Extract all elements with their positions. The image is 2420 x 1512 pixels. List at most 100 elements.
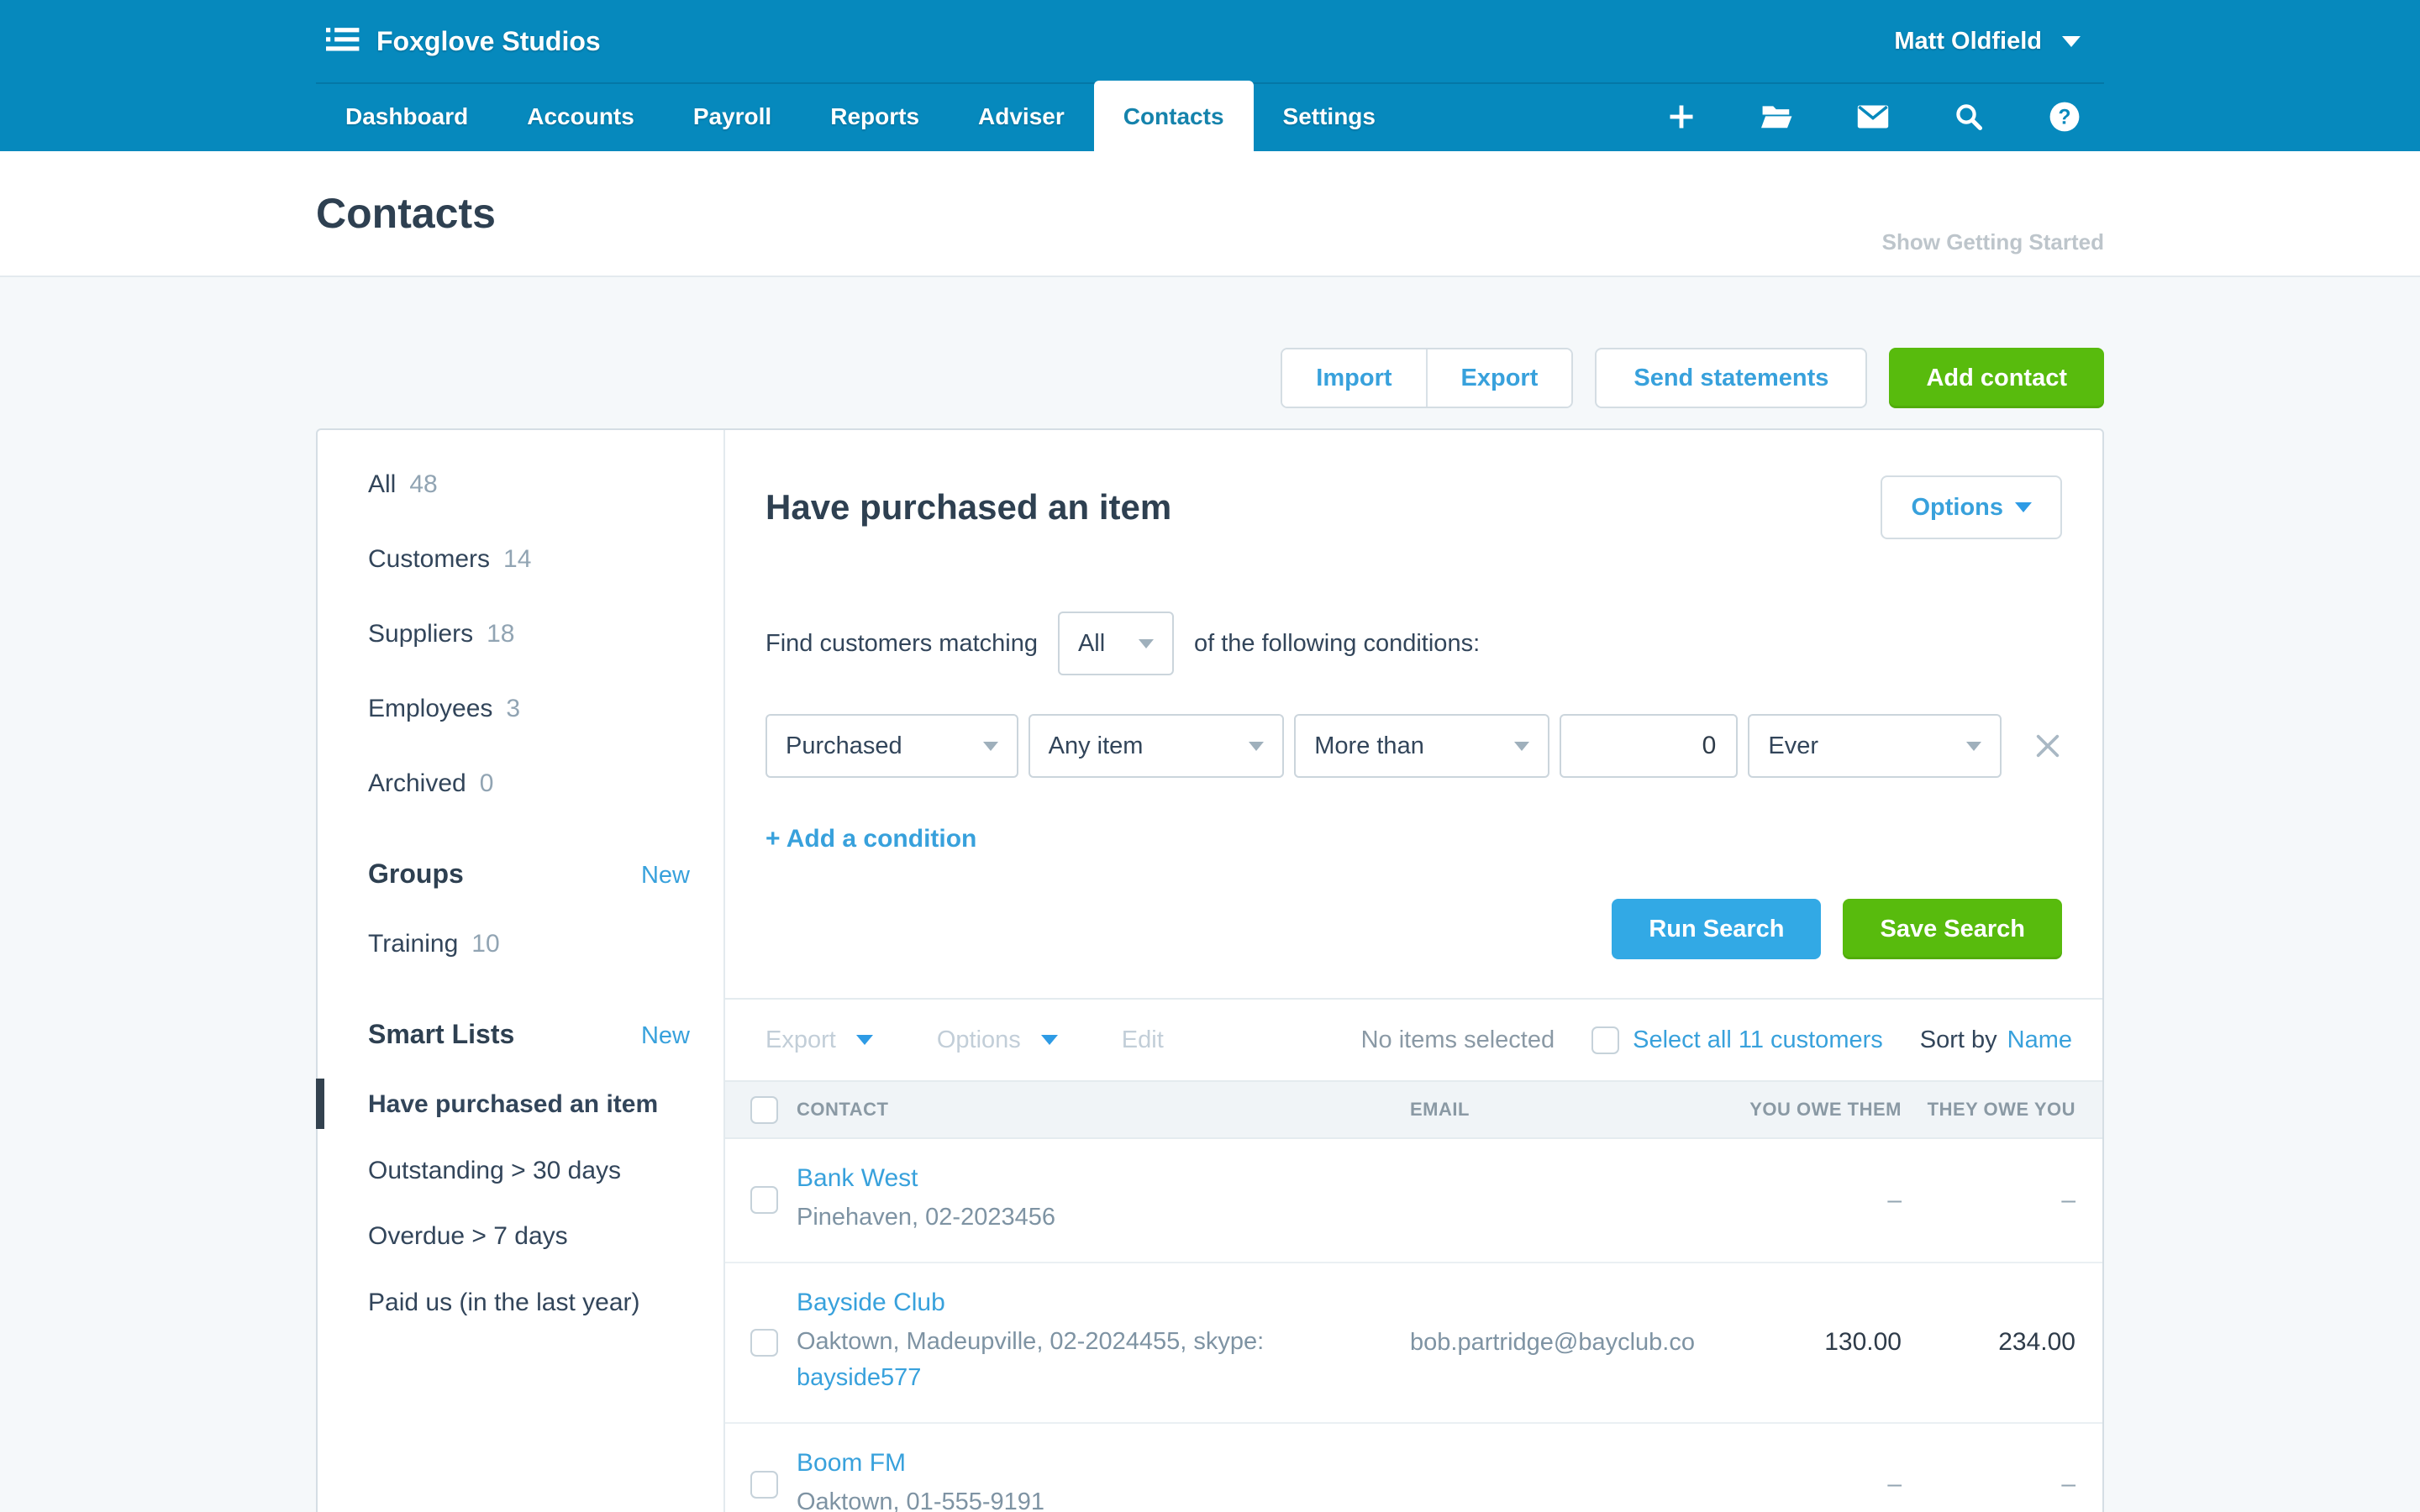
col-they-owe-you: THEY OWE YOU xyxy=(1902,1099,2075,1121)
condition-row: Purchased Any item More than 0 Ever xyxy=(765,714,2062,778)
main-nav: Dashboard Accounts Payroll Reports Advis… xyxy=(316,82,2104,151)
match-suffix-label: of the following conditions: xyxy=(1194,630,1480,658)
chevron-down-icon xyxy=(1966,742,1981,751)
selection-status: No items selected xyxy=(1361,1026,1555,1054)
select-all-link[interactable]: Select all 11 customers xyxy=(1633,1026,1883,1054)
nav-settings[interactable]: Settings xyxy=(1254,82,1405,151)
smart-lists-header: Smart Lists New xyxy=(368,1019,690,1050)
you-owe-value: – xyxy=(1687,1186,1902,1215)
contact-link[interactable]: Bank West xyxy=(797,1164,1410,1193)
svg-text:?: ? xyxy=(2059,107,2071,129)
condition-comparator-select[interactable]: More than xyxy=(1294,714,1549,778)
smart-list-have-purchased[interactable]: Have purchased an item xyxy=(368,1090,690,1120)
sidebar-item-training[interactable]: Training 10 xyxy=(368,930,690,958)
org-switcher[interactable]: Foxglove Studios xyxy=(326,25,601,58)
page-title: Contacts xyxy=(316,189,496,238)
page-header: Contacts Show Getting Started xyxy=(0,151,2420,277)
select-all-checkbox[interactable] xyxy=(1591,1026,1619,1054)
help-icon[interactable]: ? xyxy=(2049,101,2081,133)
match-select[interactable]: All xyxy=(1058,612,1174,675)
user-menu[interactable]: Matt Oldfield xyxy=(1894,28,2104,55)
smart-list-title: Have purchased an item xyxy=(765,487,1171,528)
select-all-control: Select all 11 customers xyxy=(1591,1026,1883,1054)
chevron-down-icon xyxy=(856,1035,873,1045)
smart-lists-new-link[interactable]: New xyxy=(641,1022,690,1050)
export-button[interactable]: Export xyxy=(1426,349,1572,407)
contacts-sidebar: All 48 Customers 14 Suppliers 18 Employe… xyxy=(318,430,725,1512)
contacts-panel: All 48 Customers 14 Suppliers 18 Employe… xyxy=(316,428,2104,1512)
contact-skype-link[interactable]: bayside577 xyxy=(797,1360,1410,1397)
send-statements-button[interactable]: Send statements xyxy=(1595,348,1867,408)
import-button[interactable]: Import xyxy=(1282,349,1425,407)
sidebar-item-archived[interactable]: Archived 0 xyxy=(368,769,690,798)
contact-details: Pinehaven, 02-2023456 xyxy=(797,1200,1410,1236)
nav-reports[interactable]: Reports xyxy=(801,82,949,151)
remove-condition-icon[interactable] xyxy=(2033,732,2062,760)
they-owe-value: – xyxy=(1902,1470,2075,1499)
results-export-menu[interactable]: Export xyxy=(765,1026,873,1054)
contact-link[interactable]: Bayside Club xyxy=(797,1289,1410,1317)
import-export-group: Import Export xyxy=(1281,348,1573,408)
row-checkbox[interactable] xyxy=(750,1329,778,1357)
nav-dashboard[interactable]: Dashboard xyxy=(316,82,497,151)
condition-period-select[interactable]: Ever xyxy=(1748,714,2002,778)
page-actions: Import Export Send statements Add contac… xyxy=(316,348,2104,408)
nav-icon-group: ? xyxy=(1665,82,2104,151)
save-search-button[interactable]: Save Search xyxy=(1843,899,2062,959)
chevron-down-icon xyxy=(2015,502,2032,512)
top-bar: Foxglove Studios Matt Oldfield Dashboard… xyxy=(0,0,2420,151)
sidebar-item-suppliers[interactable]: Suppliers 18 xyxy=(368,620,690,648)
search-builder: Have purchased an item Options Find cust… xyxy=(725,430,2102,959)
chevron-down-icon xyxy=(1514,742,1529,751)
row-checkbox[interactable] xyxy=(750,1186,778,1214)
groups-header: Groups New xyxy=(368,858,690,890)
condition-amount-input[interactable]: 0 xyxy=(1560,714,1739,778)
options-button[interactable]: Options xyxy=(1881,475,2062,539)
col-contact: CONTACT xyxy=(797,1099,1410,1121)
smart-list-paid-us[interactable]: Paid us (in the last year) xyxy=(368,1289,690,1318)
chevron-down-icon xyxy=(2062,36,2081,47)
contact-link[interactable]: Boom FM xyxy=(797,1449,1410,1478)
nav-accounts[interactable]: Accounts xyxy=(497,82,664,151)
smart-list-outstanding[interactable]: Outstanding > 30 days xyxy=(368,1157,690,1186)
smart-list-overdue[interactable]: Overdue > 7 days xyxy=(368,1222,690,1252)
user-name: Matt Oldfield xyxy=(1894,28,2042,55)
add-contact-button[interactable]: Add contact xyxy=(1889,348,2104,408)
brand-row: Foxglove Studios Matt Oldfield xyxy=(316,0,2104,82)
mail-icon[interactable] xyxy=(1857,101,1889,133)
sidebar-item-all[interactable]: All 48 xyxy=(368,470,690,499)
they-owe-value: – xyxy=(1902,1186,2075,1215)
condition-field-select[interactable]: Purchased xyxy=(765,714,1018,778)
sidebar-item-employees[interactable]: Employees 3 xyxy=(368,695,690,723)
nav-contacts[interactable]: Contacts xyxy=(1094,81,1254,151)
chevron-down-icon xyxy=(1249,742,1264,751)
results-options-menu[interactable]: Options xyxy=(937,1026,1058,1054)
sidebar-item-customers[interactable]: Customers 14 xyxy=(368,545,690,574)
row-checkbox[interactable] xyxy=(750,1471,778,1499)
groups-new-link[interactable]: New xyxy=(641,862,690,890)
plus-icon[interactable] xyxy=(1665,101,1697,133)
table-row: Bayside Club Oaktown, Madeupville, 02-20… xyxy=(725,1263,2102,1424)
folder-icon[interactable] xyxy=(1761,101,1793,133)
header-checkbox[interactable] xyxy=(750,1096,778,1124)
search-icon[interactable] xyxy=(1953,101,1985,133)
add-condition-link[interactable]: + Add a condition xyxy=(765,825,2062,853)
run-search-button[interactable]: Run Search xyxy=(1612,899,1821,959)
col-email: EMAIL xyxy=(1410,1099,1687,1121)
chevron-down-icon xyxy=(983,742,998,751)
condition-item-select[interactable]: Any item xyxy=(1028,714,1285,778)
contact-details: Oaktown, 01-555-9191 xyxy=(797,1484,1410,1512)
sort-control: Sort by Name xyxy=(1920,1026,2072,1054)
chevron-down-icon xyxy=(1041,1035,1058,1045)
results-edit-button[interactable]: Edit xyxy=(1122,1026,1164,1054)
show-getting-started-link[interactable]: Show Getting Started xyxy=(1882,229,2104,276)
results-toolbar: Export Options Edit No items selected Se… xyxy=(725,998,2102,1080)
col-you-owe-them: YOU OWE THEM xyxy=(1687,1099,1902,1121)
you-owe-value: – xyxy=(1687,1470,1902,1499)
you-owe-value: 130.00 xyxy=(1687,1328,1902,1357)
they-owe-value: 234.00 xyxy=(1902,1328,2075,1357)
nav-adviser[interactable]: Adviser xyxy=(949,82,1094,151)
smart-list-main: Have purchased an item Options Find cust… xyxy=(725,430,2102,1512)
nav-payroll[interactable]: Payroll xyxy=(664,82,801,151)
sort-by-name-link[interactable]: Name xyxy=(2007,1026,2072,1054)
